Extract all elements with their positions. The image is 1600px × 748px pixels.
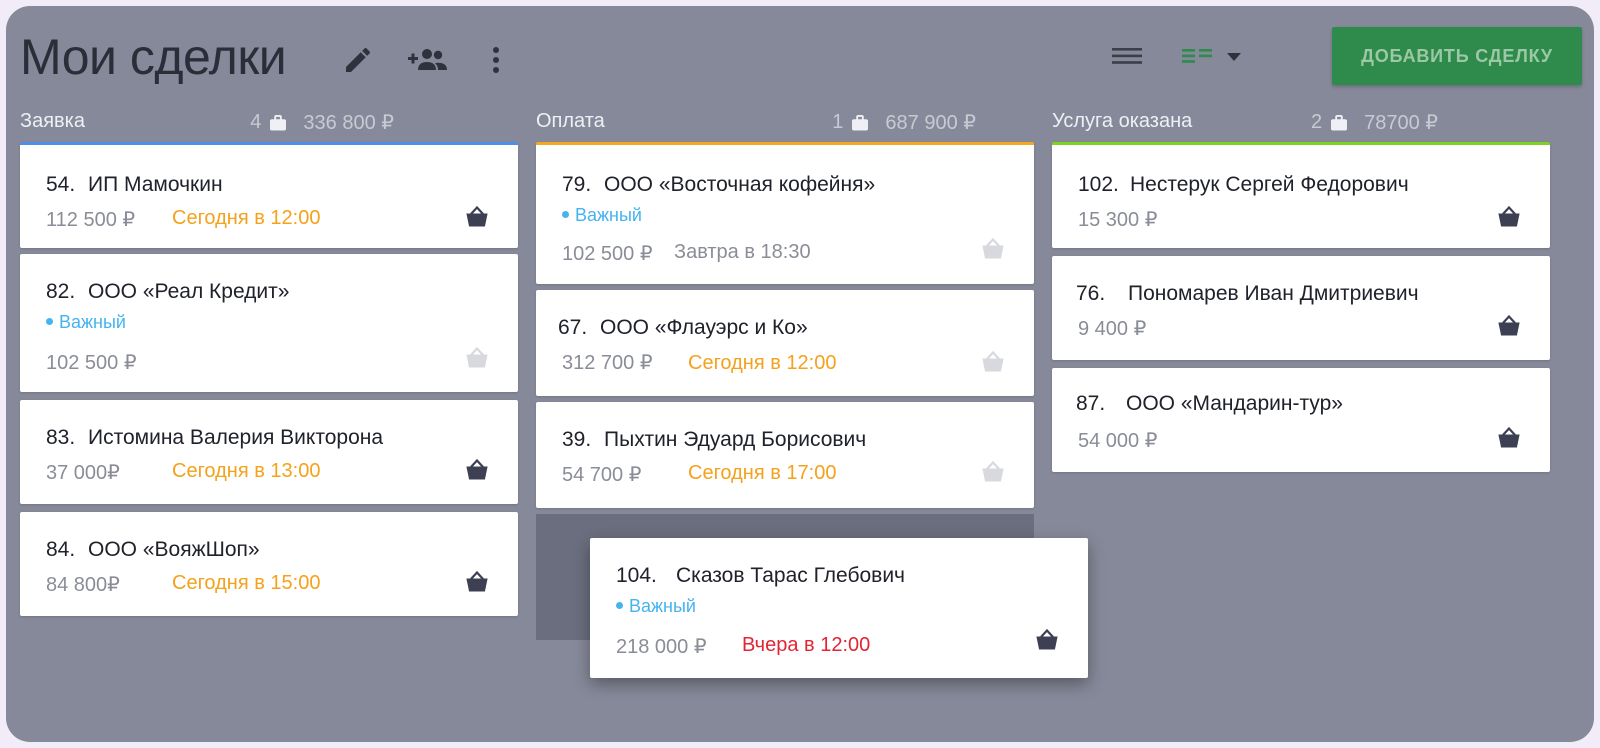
deal-count: 1 [832, 111, 844, 133]
add-deal-button[interactable]: ДОБАВИТЬ СДЕЛКУ [1332, 27, 1582, 85]
deal-number: 39. [562, 428, 592, 451]
deal-due: Сегодня в 17:00 [688, 462, 837, 484]
column-total: 687 900 ₽ [885, 112, 976, 134]
deal-due: Сегодня в 12:00 [688, 352, 837, 374]
column-total: 336 800 ₽ [303, 112, 394, 134]
deal-number: 67. [558, 316, 588, 339]
deal-title: ООО «Восточная кофейня» [604, 173, 876, 196]
deal-count: 4 [250, 111, 262, 133]
deal-title: Сказов Тарас Глебович [676, 564, 906, 587]
basket-icon[interactable] [464, 570, 490, 594]
deal-title: ООО «Реал Кредит» [88, 280, 290, 303]
basket-icon[interactable] [980, 460, 1006, 484]
basket-icon[interactable] [464, 205, 490, 229]
basket-icon[interactable] [1496, 314, 1522, 338]
deal-amount: 54 700 ₽ [562, 464, 642, 486]
deal-due: Сегодня в 12:00 [172, 207, 321, 229]
deal-title: Пономарев Иван Дмитриевич [1128, 282, 1419, 305]
column-title: Оплата [536, 110, 605, 132]
deal-number: 104. [616, 564, 657, 587]
dot-icon [616, 601, 623, 609]
deal-card[interactable]: 39. Пыхтин Эдуард Борисович 54 700 ₽ Сег… [536, 402, 1034, 508]
deal-title: ООО «ВояжШоп» [88, 538, 260, 561]
basket-icon[interactable] [464, 346, 490, 370]
briefcase-icon [1330, 114, 1348, 131]
deal-number: 84. [46, 538, 76, 561]
deal-amount: 15 300 ₽ [1078, 209, 1158, 231]
deal-amount: 37 000₽ [46, 462, 120, 484]
deal-title: Пыхтин Эдуард Борисович [604, 428, 867, 451]
deal-number: 102. [1078, 173, 1119, 196]
deal-number: 82. [46, 280, 76, 303]
deal-title: Нестерук Сергей Федорович [1130, 173, 1409, 196]
basket-icon[interactable] [980, 350, 1006, 374]
deal-amount: 312 700 ₽ [562, 352, 653, 374]
deal-due: Сегодня в 13:00 [172, 460, 321, 482]
dot-icon [562, 210, 569, 218]
page-title: Мои сделки [20, 29, 287, 85]
deal-amount: 54 000 ₽ [1078, 430, 1158, 452]
edit-icon[interactable] [342, 44, 374, 76]
column-title: Заявка [20, 110, 85, 132]
briefcase-icon [851, 114, 869, 131]
deal-card[interactable]: 84. ООО «ВояжШоп» 84 800₽ Сегодня в 15:0… [20, 512, 518, 616]
deal-card[interactable]: 83. Истомина Валерия Викторона 37 000₽ С… [20, 400, 518, 504]
column-header-request: Заявка 4 336 800 ₽ [20, 110, 394, 140]
basket-icon[interactable] [464, 458, 490, 482]
deal-card[interactable]: 102. Нестерук Сергей Федорович 15 300 ₽ [1052, 142, 1550, 248]
column-title: Услуга оказана [1052, 110, 1193, 132]
deal-number: 79. [562, 173, 592, 196]
deal-title: ИП Мамочкин [88, 173, 223, 196]
column-header-payment: Оплата 1 687 900 ₽ [536, 110, 976, 140]
dragged-deal-card[interactable]: 104. Сказов Тарас Глебович Важный 218 00… [590, 538, 1088, 678]
deal-number: 83. [46, 426, 76, 449]
deal-due: Вчера в 12:00 [742, 634, 871, 656]
deal-title: ООО «Флауэрс и Ко» [600, 316, 808, 339]
basket-icon[interactable] [1496, 426, 1522, 450]
deal-amount: 9 400 ₽ [1078, 318, 1147, 340]
list-view-icon[interactable] [1112, 46, 1144, 66]
deal-amount: 112 500 ₽ [46, 209, 136, 231]
deal-amount: 218 000 ₽ [616, 636, 707, 658]
more-vert-icon[interactable] [488, 44, 504, 76]
deal-title: Истомина Валерия Викторона [88, 426, 384, 449]
add-people-icon[interactable] [406, 44, 452, 76]
deal-count: 2 [1310, 111, 1323, 133]
column-total: 78700 ₽ [1364, 112, 1438, 134]
deal-card[interactable]: 87. ООО «Мандарин-тур» 54 000 ₽ [1052, 368, 1550, 472]
deal-title: ООО «Мандарин-тур» [1126, 392, 1343, 415]
deals-board: Мои сделки ДОБАВИТЬ СДЕЛКУ Заявка 4 336 … [6, 6, 1594, 742]
deal-due: Завтра в 18:30 [674, 241, 811, 263]
important-badge: Важный [616, 596, 696, 617]
column-header-service-done: Услуга оказана 2 78700 ₽ [1052, 110, 1438, 140]
basket-icon[interactable] [980, 237, 1006, 261]
deal-number: 54. [46, 173, 76, 196]
dropdown-caret-icon[interactable] [1226, 52, 1242, 62]
deal-card[interactable]: 67. ООО «Флауэрс и Ко» 312 700 ₽ Сегодня… [536, 290, 1034, 396]
deal-card[interactable]: 82. ООО «Реал Кредит» Важный 102 500 ₽ [20, 254, 518, 392]
deal-card[interactable]: 54. ИП Мамочкин 112 500 ₽ Сегодня в 12:0… [20, 142, 518, 248]
board-view-icon[interactable] [1182, 48, 1214, 64]
deal-number: 76. [1076, 282, 1106, 305]
deal-card[interactable]: 76. Пономарев Иван Дмитриевич 9 400 ₽ [1052, 256, 1550, 360]
deal-due: Сегодня в 15:00 [172, 572, 321, 594]
deal-amount: 102 500 ₽ [46, 352, 137, 374]
deal-amount: 84 800₽ [46, 574, 120, 596]
deal-card[interactable]: 79. ООО «Восточная кофейня» Важный 102 5… [536, 142, 1034, 284]
dot-icon [46, 317, 53, 325]
basket-icon[interactable] [1034, 628, 1060, 652]
important-badge: Важный [562, 205, 642, 226]
basket-icon[interactable] [1496, 205, 1522, 229]
deal-number: 87. [1076, 392, 1106, 415]
deal-amount: 102 500 ₽ [562, 243, 653, 265]
briefcase-icon [269, 114, 287, 131]
important-badge: Важный [46, 312, 126, 333]
